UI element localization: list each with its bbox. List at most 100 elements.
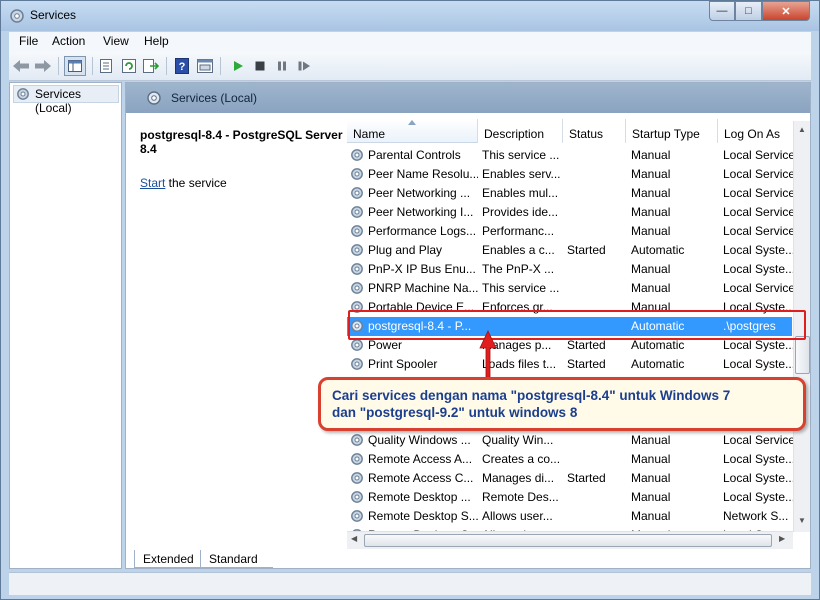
service-gear-icon [351,282,363,294]
service-gear-icon [351,244,363,256]
cell-logon: Local Syste... [723,243,793,257]
cell-name: Peer Networking ... [368,186,471,200]
callout-line-2: dan "postgresql-9.2" untuk windows 8 [332,405,578,420]
cell-name: Quality Windows ... [368,433,471,447]
table-row[interactable]: Plug and Play Enables a c... Started Automa… [347,241,793,260]
column-header-log-on-as[interactable]: Log On As [718,119,793,143]
table-row[interactable]: Remote Desktop S... Allows user... Manual N… [347,507,792,526]
services-gear-icon [147,91,161,105]
cell-startup: Manual [631,471,671,485]
table-row[interactable]: Print Spooler Loads files t... Started Auto… [347,355,793,374]
svg-text:?: ? [179,61,186,73]
show-hide-tree-button[interactable] [64,56,86,76]
table-row[interactable]: PNRP Machine Na... This service ... Manual… [347,279,793,298]
console-tree-icon [68,60,82,72]
minimize-button[interactable]: — [709,1,735,21]
column-header-description[interactable]: Description [478,119,563,143]
help-icon: ? [175,58,189,74]
cell-description: Creates a co... [482,452,560,466]
service-gear-icon [351,206,363,218]
scroll-down-arrow-icon[interactable]: ▼ [798,516,806,525]
export-list-button[interactable] [141,56,161,76]
cell-logon: Local Service [723,148,793,162]
scroll-up-arrow-icon[interactable]: ▲ [798,125,806,134]
cell-name: PNRP Machine Na... [368,281,478,295]
view-button[interactable] [195,56,215,76]
table-row[interactable]: Remote Desktop ... Remote Des... Manual Loc… [347,488,793,507]
selected-service-highlight [348,310,806,340]
help-button[interactable]: ? [172,56,192,76]
back-button[interactable] [11,56,31,76]
tab-extended[interactable]: Extended [134,550,201,568]
service-gear-icon [351,510,363,522]
table-row[interactable]: Peer Networking ... Enables mul... Manual L… [347,184,793,203]
service-gear-icon [351,225,363,237]
cell-description: Provides ide... [482,205,559,219]
cell-startup: Manual [631,167,671,181]
column-header-startup-type[interactable]: Startup Type [626,119,718,143]
service-gear-icon [351,339,363,351]
properties-button[interactable] [96,56,116,76]
tab-standard[interactable]: Standard [201,550,273,568]
restart-service-button[interactable] [294,56,314,76]
column-header-name[interactable]: Name [347,119,478,143]
services-window: Services — □ ✕ File Action View Help ? S… [0,0,820,600]
close-button[interactable]: ✕ [762,1,810,21]
title-bar[interactable]: Services — □ ✕ [1,1,819,31]
cell-name: Remote Access C... [368,471,474,485]
cell-description: This service ... [482,281,560,295]
cell-startup: Automatic [631,243,685,257]
cell-logon: Local Service [723,167,793,181]
start-service-button[interactable] [228,56,248,76]
menu-action[interactable]: Action [52,34,85,48]
horizontal-scrollbar[interactable]: ◀ ▶ [347,531,793,549]
scroll-right-arrow-icon[interactable]: ▶ [779,534,785,543]
view-tabs: Extended Standard [131,550,811,570]
table-row[interactable]: Remote Access C... Manages di... Started Ma… [347,469,793,488]
table-row[interactable]: Peer Name Resolu... Enables serv... Manual… [347,165,793,184]
table-row[interactable]: Peer Networking I... Provides ide... Manua… [347,203,793,222]
table-row[interactable]: Remote Access A... Creates a co... Manual L… [347,450,793,469]
vertical-scroll-thumb[interactable] [795,336,810,374]
cell-logon: Local Syste... [723,452,793,466]
cell-name: Power [368,338,403,352]
cell-startup: Automatic [631,357,685,371]
table-row[interactable]: Quality Windows ... Quality Win... Manual L… [347,431,793,450]
horizontal-scroll-thumb[interactable] [364,534,772,547]
refresh-button[interactable] [119,56,139,76]
maximize-button[interactable]: □ [735,1,762,21]
cell-logon: Local Syste... [723,338,793,352]
cell-description: The PnP-X ... [482,262,555,276]
pause-service-button[interactable] [272,56,292,76]
table-row[interactable]: Parental Controls This service ... Manual L… [347,146,793,165]
cell-logon: Local Service [723,205,793,219]
service-gear-icon [351,434,363,446]
pane-title: Services (Local) [171,91,258,105]
tree-item-services-local[interactable]: Services (Local) [13,85,119,115]
column-header-status[interactable]: Status [563,119,626,143]
menu-file[interactable]: File [19,34,38,48]
cell-startup: Manual [631,148,671,162]
cell-status: Started [567,338,606,352]
cell-logon: Local Syste... [723,357,793,371]
annotation-arrow-icon [479,330,497,380]
start-service-link[interactable]: Start [140,176,165,190]
forward-button[interactable] [33,56,53,76]
cell-name: Plug and Play [368,243,443,257]
menu-view[interactable]: View [103,34,129,48]
stop-service-button[interactable] [250,56,270,76]
service-gear-icon [351,263,363,275]
cell-description: Manages di... [482,471,555,485]
cell-description: Quality Win... [482,433,554,447]
scroll-left-arrow-icon[interactable]: ◀ [351,534,357,543]
cell-name: Remote Access A... [368,452,473,466]
column-header-label: Name [353,127,386,141]
table-row[interactable]: Performance Logs... Performanc... Manual Lo… [347,222,793,241]
table-row[interactable]: PnP-X IP Bus Enu... The PnP-X ... Manual Lo… [347,260,793,279]
back-arrow-icon [13,60,29,72]
callout-line-1: Cari services dengan nama "postgresql-8.… [332,388,731,403]
menu-help[interactable]: Help [144,34,169,48]
toolbar-separator [58,57,59,75]
cell-description: Remote Des... [482,490,559,504]
stop-icon [255,61,265,71]
